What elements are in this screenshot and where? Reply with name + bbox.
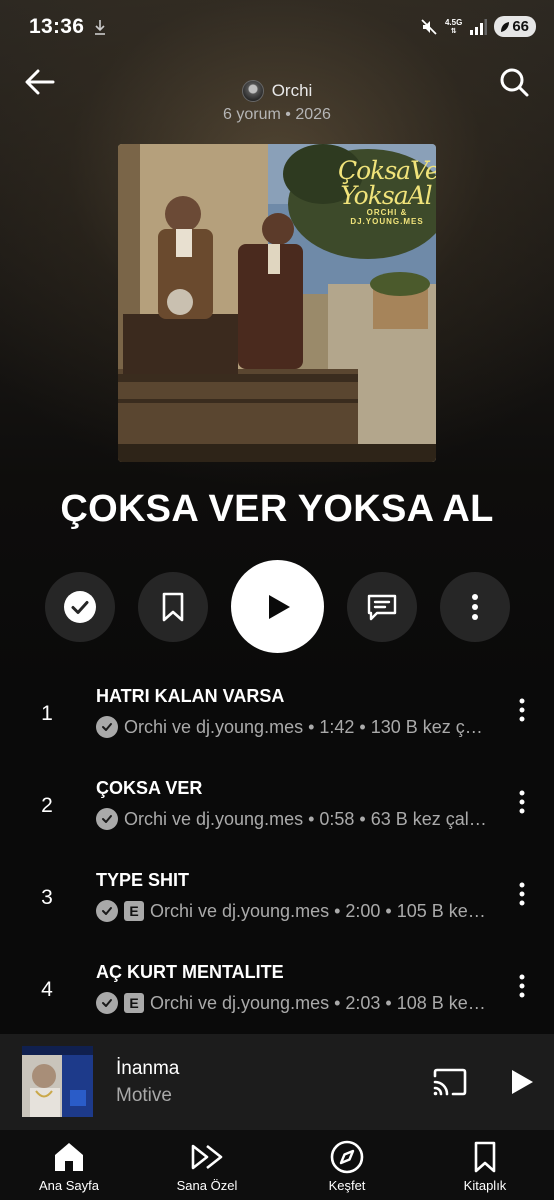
track-subtitle: E Orchi ve dj.young.mes • 2:00 • 105 B k…: [96, 900, 488, 922]
track-info: Orchi ve dj.young.mes • 2:00 • 105 B kez…: [150, 900, 488, 921]
play-icon: [512, 1070, 533, 1094]
track-title: TYPE SHIT: [96, 870, 190, 890]
check-circle-icon: [64, 591, 96, 623]
cover-sub-line1: ORCHI &: [366, 208, 408, 217]
cast-button[interactable]: [430, 1064, 470, 1100]
track-row[interactable]: 2 ÇOKSA VER Orchi ve dj.young.mes • 0:58…: [0, 778, 554, 870]
comments-button[interactable]: [347, 572, 417, 642]
more-options-button[interactable]: [440, 572, 510, 642]
track-info: Orchi ve dj.young.mes • 1:42 • 130 B kez…: [124, 716, 488, 737]
album-cover: ÇoksaVer YoksaAl ORCHI & DJ.YOUNG.MES: [118, 144, 436, 462]
more-vertical-icon: [472, 594, 478, 620]
comment-icon: [367, 594, 397, 621]
bottom-nav: Ana Sayfa Sana Özel Keşfet Kitaplık: [0, 1130, 554, 1200]
signal-icon: [470, 18, 488, 35]
verified-icon: [96, 900, 118, 922]
bookmark-icon: [162, 592, 184, 622]
cover-title-line2: YoksaAl: [340, 181, 432, 210]
track-row[interactable]: 1 HATRI KALAN VARSA Orchi ve dj.young.me…: [0, 686, 554, 778]
now-playing-artist: Motive: [116, 1085, 172, 1106]
nav-explore[interactable]: Keşfet: [292, 1130, 402, 1200]
track-more-button[interactable]: [510, 782, 534, 822]
nav-label: Kitaplık: [463, 1178, 507, 1193]
nav-label: Ana Sayfa: [39, 1178, 99, 1193]
now-playing-title: İnanma: [116, 1058, 180, 1079]
track-number: 3: [41, 886, 53, 909]
battery-indicator: 66: [494, 16, 536, 37]
artist-avatar: [241, 80, 264, 102]
samples-icon: [189, 1140, 225, 1174]
now-playing-artwork: [22, 1046, 93, 1117]
more-vertical-icon: [519, 790, 525, 814]
track-number: 4: [41, 978, 53, 1001]
home-icon: [51, 1140, 87, 1174]
now-playing-artwork-image: [22, 1046, 93, 1117]
track-subtitle: Orchi ve dj.young.mes • 0:58 • 63 B kez …: [96, 808, 488, 830]
status-bar: 13:36 4.5G ⇅ 66: [0, 0, 554, 58]
track-more-button[interactable]: [510, 690, 534, 730]
library-icon: [467, 1140, 503, 1174]
track-title: HATRI KALAN VARSA: [96, 686, 285, 706]
nav-label: Keşfet: [328, 1178, 366, 1193]
track-more-button[interactable]: [510, 874, 534, 914]
track-subtitle: E Orchi ve dj.young.mes • 2:03 • 108 B k…: [96, 992, 488, 1014]
bookmark-button[interactable]: [138, 572, 208, 642]
track-more-button[interactable]: [510, 966, 534, 1006]
track-row[interactable]: 3 TYPE SHIT E Orchi ve dj.young.mes • 2:…: [0, 870, 554, 962]
track-number: 2: [41, 794, 53, 817]
album-meta: 6 yorum • 2026: [223, 106, 331, 123]
cast-icon: [433, 1068, 467, 1096]
network-indicator: 4.5G ⇅: [444, 17, 463, 35]
track-info: Orchi ve dj.young.mes • 0:58 • 63 B kez …: [124, 808, 488, 829]
explicit-badge: E: [124, 993, 144, 1013]
download-icon: [95, 20, 105, 35]
mini-play-button[interactable]: [502, 1062, 542, 1102]
cover-title-line1: ÇoksaVer: [338, 156, 436, 185]
explicit-badge: E: [124, 901, 144, 921]
more-vertical-icon: [519, 698, 525, 722]
artist-name: Orchi: [271, 81, 313, 100]
nav-samples[interactable]: Sana Özel: [152, 1130, 262, 1200]
status-time: 13:36: [29, 15, 85, 38]
track-number: 1: [41, 702, 53, 725]
cover-title-text: ÇoksaVer YoksaAl: [338, 156, 436, 210]
compass-icon: [329, 1140, 365, 1174]
battery-level: 66: [512, 18, 529, 35]
verified-icon: [96, 716, 118, 738]
network-type: 4.5G: [444, 17, 463, 27]
cover-sub-line2: DJ.YOUNG.MES: [350, 217, 424, 226]
nav-library[interactable]: Kitaplık: [430, 1130, 540, 1200]
verified-icon: [96, 992, 118, 1014]
play-album-button[interactable]: [231, 560, 324, 653]
nav-label: Sana Özel: [176, 1178, 238, 1193]
track-info: Orchi ve dj.young.mes • 2:03 • 108 B kez…: [150, 992, 488, 1013]
verified-icon: [96, 808, 118, 830]
play-icon: [268, 594, 290, 619]
nav-home[interactable]: Ana Sayfa: [14, 1130, 124, 1200]
artist-link[interactable]: Orchi: [0, 80, 554, 102]
track-title: AÇ KURT MENTALITE: [96, 962, 284, 982]
mute-icon: [421, 18, 437, 35]
cover-subtitle: ORCHI & DJ.YOUNG.MES: [344, 208, 430, 226]
track-subtitle: Orchi ve dj.young.mes • 1:42 • 130 B kez…: [96, 716, 488, 738]
more-vertical-icon: [519, 974, 525, 998]
mini-player[interactable]: İnanma Motive: [0, 1034, 554, 1130]
saved-button[interactable]: [45, 572, 115, 642]
battery-saver-icon: [501, 21, 510, 32]
album-title: ÇOKSA VER YOKSA AL: [60, 488, 494, 530]
more-vertical-icon: [519, 882, 525, 906]
track-title: ÇOKSA VER: [96, 778, 203, 798]
